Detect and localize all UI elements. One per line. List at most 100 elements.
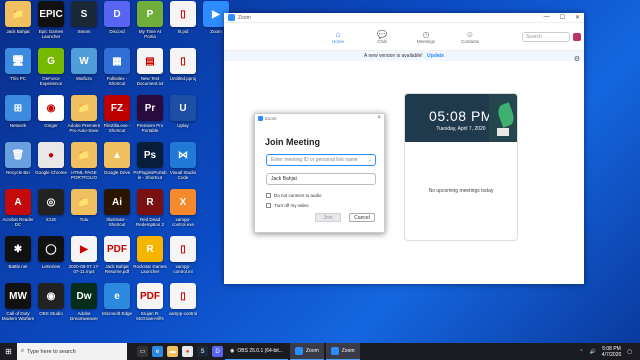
desktop-icon[interactable]: ◯ LetsView [34,236,68,269]
desktop-icon[interactable]: 🗑 Recycle Bin [1,142,35,175]
checkbox-box[interactable] [266,203,271,208]
cancel-button[interactable]: Cancel [349,213,375,222]
desktop-icon[interactable]: D Discord [100,1,134,34]
notifications-icon[interactable]: ▢ [627,349,632,355]
desktop-icon[interactable]: P My Time At Portia [133,1,167,39]
taskbar-app-zoom[interactable]: Zoom [289,343,324,360]
desktop-icon[interactable]: ● Google Chrome [34,142,68,175]
name-input[interactable]: Jack Bahjat [266,173,376,185]
desktop-icon[interactable]: W Waifu2x [67,48,101,81]
desktop-icon[interactable]: ◉ OBS Studio [34,283,68,316]
close-button[interactable]: ✕ [575,14,580,21]
desktop-icon[interactable]: 🖥 This PC [1,48,35,81]
desktop-icon[interactable]: MW Call of Duty Modern Warfare [1,283,35,321]
taskbar-app-obs[interactable]: ◉ OBS 25.0.1 (64-bit... [225,343,288,360]
chrome-icon[interactable]: ● [182,346,193,357]
desktop-icon[interactable]: ◉ Ginger [34,95,68,128]
app-icon: 📁 [5,1,31,27]
desktop-icon[interactable]: 📁 Jack Bahjat [1,1,35,34]
task-view-icon[interactable]: ▭ [137,346,148,357]
desktop-icon[interactable]: ✱ Battle.net [1,236,35,269]
checkbox-box[interactable] [266,193,271,198]
video-off-checkbox[interactable]: Turn off my video [266,203,309,208]
desktop-icon-label: Battle.net [8,264,28,269]
desktop-icon[interactable]: ⊞ Network [1,95,35,128]
desktop-icon[interactable]: ▤ New Text Document.txt [133,48,167,86]
desktop-icon[interactable]: Ai Illustrator - Shortcut [100,189,134,227]
desktop-icon[interactable]: ▲ Google Drive [100,142,134,175]
app-icon: A [5,189,31,215]
app-icon: ▶ [71,236,97,262]
desktop-icon[interactable]: ▦ Fullvalex - Shortcut [100,48,134,86]
desktop-icon[interactable]: R Red Dead Redemption 2 [133,189,167,227]
meeting-id-placeholder: Enter meeting ID or personal link name [271,157,358,163]
desktop-icon[interactable]: EPIC Epic Games Launcher [34,1,68,39]
volume-icon[interactable]: 🔊 [590,349,596,355]
join-button[interactable]: Join [315,213,341,222]
update-link[interactable]: Update [427,53,444,59]
gear-icon[interactable]: ⚙ [574,55,580,63]
desktop-icon[interactable]: S Steam [67,1,101,34]
desktop-icon[interactable]: 📁 HTML PAGE PORTFOLIO [67,142,101,180]
desktop-icon[interactable]: PDF Jack Bahjat Resume.pdf [100,236,134,274]
windows-start-icon[interactable]: ⊞ [0,343,17,360]
no-audio-checkbox[interactable]: Do not connect to audio [266,193,322,198]
desktop-icon[interactable]: ▯ xampp-control [166,283,200,316]
taskbar-app-zoom-2[interactable]: Zoom [325,343,360,360]
app-icon: 📁 [71,95,97,121]
search-input[interactable]: Search [522,32,570,42]
chevron-up-icon[interactable]: ⌃ [579,349,583,355]
system-clock[interactable]: 5:08 PM 4/7/2020 [602,346,621,358]
meeting-id-input[interactable]: Enter meeting ID or personal link name ⌄ [266,154,376,166]
desktop-icon[interactable]: ▯ hl.pid [166,1,200,34]
desktop-icon[interactable]: 📁 Adobe Premiere Pro Auto-Save [67,95,101,133]
maximize-button[interactable]: ☐ [560,14,565,21]
desktop-icon-label: OBS Studio [39,311,63,316]
desktop-icon[interactable]: U Uplay [166,95,200,128]
tab-contacts[interactable]: ☺ Contacts [457,30,483,44]
zoom-titlebar: Zoom — ☐ ✕ [224,13,584,23]
folder-icon[interactable]: ▬ [167,346,178,357]
tab-home[interactable]: ⌂ Home [325,30,351,44]
desktop-icon[interactable]: ▯ xampp-control.ini [166,236,200,274]
desktop-icon-label: Jack Bahjat [6,29,30,34]
tab-meetings[interactable]: ◷ Meetings [413,30,439,44]
app-icon: ▯ [170,236,196,262]
edge-icon[interactable]: e [152,346,163,357]
chevron-down-icon[interactable]: ⌄ [368,157,372,163]
desktop-icon[interactable]: ▶ 2020-08-07 17-07-11.mp4 [67,236,101,274]
close-icon[interactable]: × [377,115,381,121]
app-icon: FZ [104,95,130,121]
desktop-icon[interactable]: A Acrobat Reader DC [1,189,35,227]
desktop-icon[interactable]: G GeForce Experience [34,48,68,86]
zoom-logo-icon [258,115,263,121]
desktop-icon-label: Steam [77,29,91,34]
desktop-icon[interactable]: Pr Premiere Pro Portable [133,95,167,133]
desktop-icon[interactable]: Xxampp-control.exe [166,189,200,227]
zoom-window-title: Zoom [238,14,251,21]
desktop-icon[interactable]: ⋈ Visual Studio Code [166,142,200,180]
desktop-icon[interactable]: ◎ iCUE [34,189,68,222]
tab-chat[interactable]: 💬 Chat [369,30,395,44]
taskbar-search[interactable]: ⌕ Type here to search [17,343,127,360]
minimize-button[interactable]: — [544,14,550,21]
desktop-icon[interactable]: Ps PsPluginsPortable - Shortcut [133,142,167,180]
app-icon: ▯ [170,283,196,309]
desktop-icon[interactable]: PDF Srujan R. McGraw-Hill's [133,283,167,321]
desktop-icon[interactable]: ▯ Untitled.pproj [166,48,200,81]
app-icon: 📁 [71,142,97,168]
desktop-icon[interactable]: FZ FileZilla.exe - Shortcut [100,95,134,133]
no-meetings-text: No upcoming meetings today [428,188,494,194]
desktop-icon[interactable]: e Microsoft Edge [100,283,134,316]
discord-icon[interactable]: D [212,346,223,357]
desktop-icon-label: Illustrator - Shortcut [106,217,128,227]
desktop-icon[interactable]: 📁 Tutu [67,189,101,222]
dialog-window-title: Zoom [265,115,277,121]
desktop-icon[interactable]: R Rockstar Games Launcher [133,236,167,274]
desktop-icon[interactable]: Dw Adobe Dreamweaver [67,283,101,321]
app-icon: ⋈ [170,142,196,168]
clock-icon: ◷ [422,29,430,39]
avatar[interactable] [573,33,581,41]
desktop-icon-label: Acrobat Reader DC [2,217,34,227]
steam-icon[interactable]: S [197,346,208,357]
